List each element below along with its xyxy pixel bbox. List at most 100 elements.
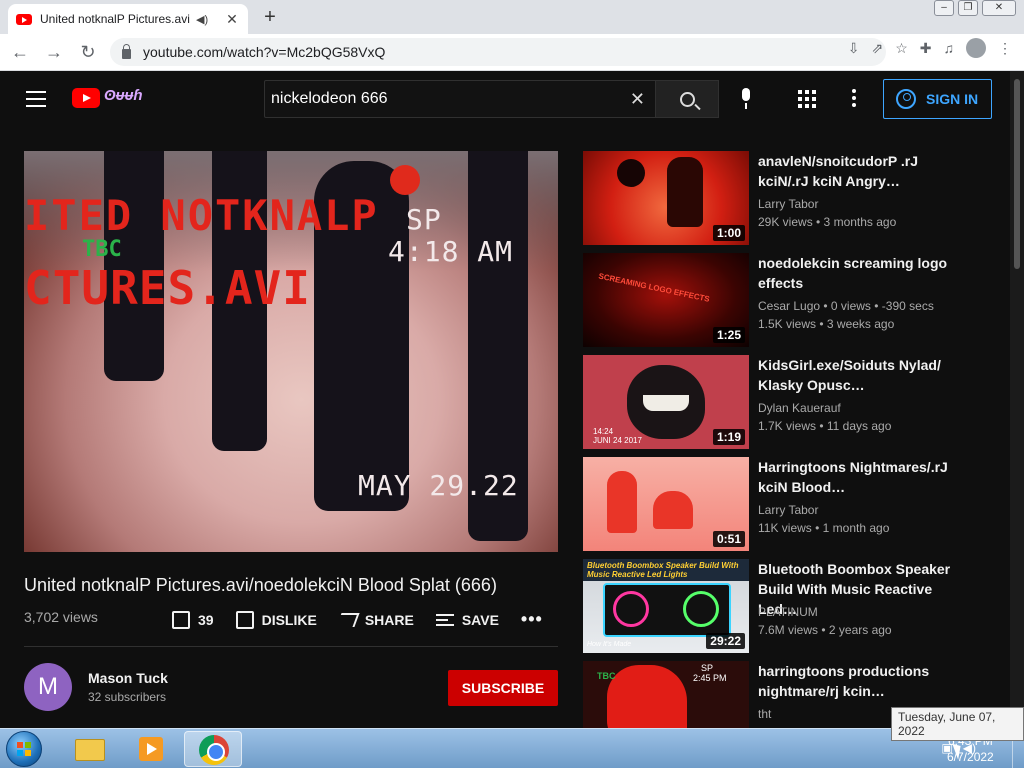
recommendation-channel[interactable]: tht xyxy=(758,707,771,721)
recommendation-thumbnail[interactable]: Bluetooth Boombox Speaker Build With Mus… xyxy=(583,559,749,653)
share-page-icon[interactable]: ⇗ xyxy=(871,40,883,57)
recommendation-title[interactable]: Harringtoons Nightmares/.rJ kciN Blood… xyxy=(758,457,963,497)
page-scrollbar[interactable] xyxy=(1010,71,1024,728)
recommendation-channel[interactable]: Dylan Kauerauf xyxy=(758,401,841,415)
taskbar-chrome[interactable] xyxy=(184,731,242,767)
clear-search-icon[interactable]: ✕ xyxy=(630,89,645,110)
thumbnail-caption: How It's Made xyxy=(587,641,632,648)
recommendation-channel[interactable]: Larry Tabor xyxy=(758,503,818,517)
windows-logo-icon xyxy=(17,742,31,756)
overlay-sp: SP xyxy=(406,203,442,236)
recommendation-thumbnail[interactable]: 0:51 xyxy=(583,457,749,551)
settings-menu-icon[interactable] xyxy=(852,89,856,109)
search-query[interactable]: nickelodeon 666 xyxy=(271,90,388,108)
back-icon[interactable]: ← xyxy=(6,38,34,66)
address-bar[interactable]: youtube.com/watch?v=Mc2bQG58VxQ xyxy=(110,38,886,66)
duration-badge: 1:25 xyxy=(712,327,745,343)
clock-date: 6/7/2022 xyxy=(947,750,994,764)
reload-icon[interactable]: ↻ xyxy=(74,38,102,66)
thumbs-up-icon xyxy=(172,610,190,629)
recommendation-item[interactable]: Bluetooth Boombox Speaker Build With Mus… xyxy=(583,559,1003,653)
like-count: 39 xyxy=(198,611,214,628)
duration-badge: 1:00 xyxy=(712,225,745,241)
bookmark-star-icon[interactable]: ☆ xyxy=(895,40,908,57)
figure-silhouette xyxy=(653,491,693,529)
recommendation-title[interactable]: noedolekcin screaming logo effects xyxy=(758,253,963,293)
recommendation-meta: 7.6M views • 2 years ago xyxy=(758,623,892,637)
save-button[interactable]: SAVE xyxy=(435,612,499,628)
url-text[interactable]: youtube.com/watch?v=Mc2bQG58VxQ xyxy=(143,44,385,60)
recommendation-thumbnail[interactable]: 14:24 JUNI 24 2017 1:19 xyxy=(583,355,749,449)
figure-silhouette xyxy=(667,157,703,227)
search-icon xyxy=(679,91,695,107)
recommendation-thumbnail[interactable]: SCREAMING LOGO EFFECTS 1:25 xyxy=(583,253,749,347)
guide-menu-icon[interactable] xyxy=(26,91,46,107)
recommendation-title[interactable]: harringtoons productions nightmare/rj kc… xyxy=(758,661,963,701)
overlay-date: MAY 29.22 xyxy=(358,469,519,502)
screen: United notknalP Pictures.avi/ ◀) ✕ + – ❐… xyxy=(0,0,1024,768)
recommendation-channel[interactable]: Larry Tabor xyxy=(758,197,818,211)
minimize-button[interactable]: – xyxy=(934,0,954,16)
duration-badge: 1:19 xyxy=(712,429,745,445)
recommendation-channel[interactable]: PLATINUM xyxy=(758,605,818,619)
youtube-masthead: ʘᵾᵾɦ nickelodeon 666 ✕ SIGN IN xyxy=(0,71,1024,127)
recommendation-thumbnail[interactable]: 1:00 xyxy=(583,151,749,245)
recommendation-title[interactable]: KidsGirl.exe/Soiduts Nylad/ Klasky Opusc… xyxy=(758,355,963,395)
channel-name[interactable]: Mason Tuck xyxy=(88,670,168,686)
chrome-menu-icon[interactable]: ⋮ xyxy=(998,40,1012,57)
recommendation-channel[interactable]: Cesar Lugo • 0 views • -390 secs xyxy=(758,299,934,313)
sign-in-button[interactable]: SIGN IN xyxy=(883,79,992,119)
red-splat xyxy=(390,165,420,195)
profile-avatar-icon[interactable] xyxy=(966,38,986,58)
channel-avatar[interactable]: M xyxy=(24,663,72,711)
dislike-label: DISLIKE xyxy=(261,611,317,628)
microphone-icon[interactable] xyxy=(739,88,753,110)
taskbar-file-explorer[interactable] xyxy=(60,731,118,767)
close-window-button[interactable]: ✕ xyxy=(982,0,1016,16)
dislike-button[interactable]: DISLIKE xyxy=(235,610,317,629)
search-input[interactable]: nickelodeon 666 ✕ xyxy=(264,80,656,118)
apps-grid-icon[interactable] xyxy=(798,90,816,108)
lock-icon[interactable] xyxy=(122,43,131,59)
taskbar-media-player[interactable] xyxy=(122,731,180,767)
grin-shape xyxy=(643,395,689,411)
duration-badge: 0:51 xyxy=(712,531,745,547)
recommendation-item[interactable]: 0:51 Harringtoons Nightmares/.rJ kciN Bl… xyxy=(583,457,1003,551)
maximize-button[interactable]: ❐ xyxy=(958,0,978,16)
media-control-icon[interactable]: ♫ xyxy=(944,40,955,56)
youtube-doodle-logo[interactable]: ʘᵾᵾɦ xyxy=(104,87,143,104)
extensions-puzzle-icon[interactable]: ✚ xyxy=(920,40,932,57)
like-button[interactable]: 39 xyxy=(172,610,214,629)
speaker-ring xyxy=(683,591,719,627)
thumbnail-date: 14:24 JUNI 24 2017 xyxy=(593,427,642,445)
recommendation-title[interactable]: anavleN/snoitcudorP .rJ kciN/.rJ kciN An… xyxy=(758,151,963,191)
windows-taskbar: ▣ ◀) 6:43 PM 6/7/2022 xyxy=(0,728,1024,768)
forward-icon[interactable]: → xyxy=(40,38,68,66)
subscribe-button[interactable]: SUBSCRIBE xyxy=(448,670,558,706)
date-tooltip: Tuesday, June 07, 2022 xyxy=(891,707,1024,741)
install-icon[interactable]: ⇩ xyxy=(848,40,860,57)
search-button[interactable] xyxy=(655,80,719,118)
new-tab-button[interactable]: + xyxy=(258,6,282,29)
browser-tab[interactable]: United notknalP Pictures.avi/ ◀) ✕ xyxy=(8,4,248,34)
thumbnail-banner: Bluetooth Boombox Speaker Build With Mus… xyxy=(583,559,749,581)
recommendation-item[interactable]: 14:24 JUNI 24 2017 1:19 KidsGirl.exe/Soi… xyxy=(583,355,1003,449)
recommendation-meta: 1.5K views • 3 weeks ago xyxy=(758,317,895,331)
share-button[interactable]: SHARE xyxy=(336,612,414,628)
more-actions-icon[interactable]: ••• xyxy=(521,609,543,630)
youtube-logo-icon[interactable] xyxy=(72,88,100,108)
window-controls: – ❐ ✕ xyxy=(934,0,1016,16)
scrollbar-thumb[interactable] xyxy=(1014,79,1020,269)
video-player[interactable]: ITED NOTKNALP CTURES.AVI TBC SP 4:18 AM … xyxy=(24,151,558,552)
start-button[interactable] xyxy=(6,731,42,767)
media-player-icon xyxy=(139,737,163,761)
tab-close-icon[interactable]: ✕ xyxy=(224,11,240,28)
figure-silhouette xyxy=(607,471,637,533)
recommendation-item[interactable]: 1:00 anavleN/snoitcudorP .rJ kciN/.rJ kc… xyxy=(583,151,1003,245)
view-count: 3,702 views xyxy=(24,609,98,625)
recommendation-item[interactable]: SCREAMING LOGO EFFECTS 1:25 noedolekcin … xyxy=(583,253,1003,347)
youtube-favicon-icon xyxy=(16,13,32,25)
folder-icon xyxy=(75,739,105,761)
thumbnail-time: 2:45 PM xyxy=(693,673,727,683)
speaker-icon[interactable]: ◀) xyxy=(196,13,208,26)
